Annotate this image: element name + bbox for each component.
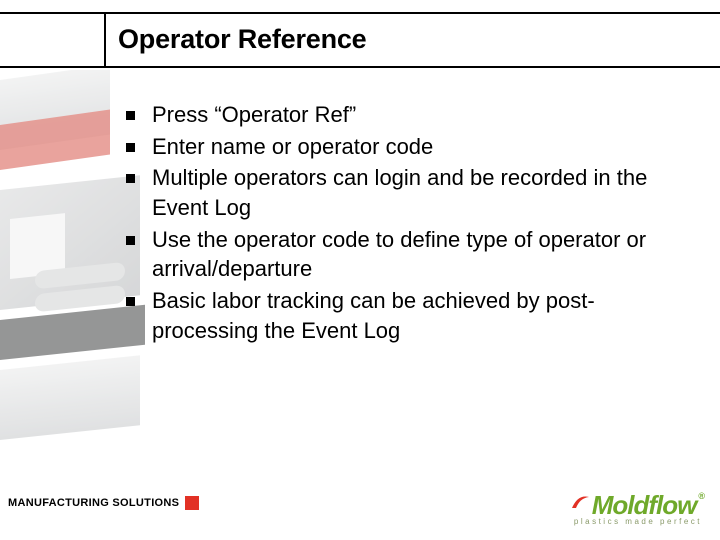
brand-name: Moldflow — [592, 490, 697, 520]
bullet-item: Enter name or operator code — [120, 132, 680, 162]
swoosh-icon — [570, 492, 590, 512]
brand-wordmark: Moldflow® — [570, 494, 702, 517]
top-divider — [0, 12, 720, 14]
red-square-icon — [185, 496, 199, 510]
slide-title: Operator Reference — [118, 24, 367, 55]
bullet-item: Basic labor tracking can be achieved by … — [120, 286, 680, 345]
vertical-divider — [104, 12, 106, 68]
bullet-item: Multiple operators can login and be reco… — [120, 163, 680, 222]
registered-mark: ® — [698, 491, 704, 501]
bullet-item: Press “Operator Ref” — [120, 100, 680, 130]
title-divider — [0, 66, 720, 68]
bullet-list: Press “Operator Ref” Enter name or opera… — [120, 100, 680, 348]
footer-tag: MANUFACTURING SOLUTIONS — [0, 496, 199, 510]
footer-label: MANUFACTURING SOLUTIONS — [0, 497, 185, 509]
brand-logo: Moldflow® plastics made perfect — [570, 494, 702, 526]
bullet-item: Use the operator code to define type of … — [120, 225, 680, 284]
top-left-spacer — [0, 14, 104, 66]
slide: Operator Reference Press “Operator Ref” … — [0, 0, 720, 540]
